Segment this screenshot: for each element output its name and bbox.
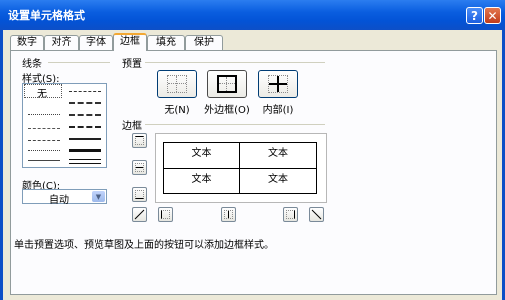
tab-font[interactable]: 字体 bbox=[79, 35, 113, 50]
border-middle-vertical-icon bbox=[224, 210, 233, 219]
close-icon: ✕ bbox=[487, 8, 498, 23]
border-title: 边框 bbox=[122, 121, 142, 132]
line-group-title: 线条 bbox=[22, 59, 42, 70]
border-diagonal-down-button[interactable] bbox=[309, 207, 324, 222]
close-button[interactable]: ✕ bbox=[484, 7, 501, 24]
border-left-button[interactable] bbox=[158, 207, 173, 222]
border-middle-horizontal-icon bbox=[135, 163, 144, 172]
presets-divider bbox=[145, 62, 325, 63]
help-icon: ? bbox=[471, 8, 478, 23]
color-select-value: 自动 bbox=[49, 195, 69, 206]
color-select[interactable]: 自动 ▼ bbox=[22, 189, 107, 206]
border-middle-vertical-button[interactable] bbox=[221, 207, 236, 222]
border-bottom-button[interactable] bbox=[132, 187, 147, 202]
line-style-item[interactable] bbox=[69, 149, 101, 152]
border-right-icon bbox=[286, 210, 295, 219]
tab-protection[interactable]: 保护 bbox=[185, 35, 223, 50]
line-style-item[interactable] bbox=[69, 138, 101, 140]
border-diagonal-up-button[interactable] bbox=[132, 207, 147, 222]
border-top-button[interactable] bbox=[132, 133, 147, 148]
line-style-selected bbox=[24, 84, 62, 98]
line-style-list[interactable]: 无 bbox=[22, 83, 107, 168]
title-bar[interactable]: 设置单元格格式 ? ✕ bbox=[0, 0, 505, 30]
border-right-button[interactable] bbox=[283, 207, 298, 222]
line-style-item[interactable] bbox=[69, 91, 101, 92]
chevron-down-icon[interactable]: ▼ bbox=[92, 191, 105, 202]
border-outline-icon bbox=[217, 75, 237, 93]
help-button[interactable]: ? bbox=[466, 7, 483, 24]
line-style-item[interactable] bbox=[28, 128, 60, 129]
preview-cell: 文本 bbox=[268, 148, 288, 159]
border-middle-horizontal-button[interactable] bbox=[132, 160, 147, 175]
presets-title: 预置 bbox=[122, 59, 142, 70]
border-bottom-icon bbox=[135, 190, 144, 199]
tab-fill[interactable]: 填充 bbox=[147, 35, 185, 50]
border-preview[interactable]: 文本 文本 文本 文本 bbox=[155, 133, 327, 203]
preset-outline-label: 外边框(O) bbox=[204, 105, 250, 116]
preset-none-label: 无(N) bbox=[164, 105, 190, 116]
preview-cell: 文本 bbox=[268, 174, 288, 185]
line-style-item[interactable] bbox=[69, 114, 101, 116]
line-style-item[interactable] bbox=[69, 126, 101, 128]
tab-border[interactable]: 边框 bbox=[113, 33, 147, 51]
diagonal-down-icon bbox=[311, 209, 322, 220]
preset-none-button[interactable] bbox=[157, 70, 197, 98]
preset-inside-button[interactable] bbox=[258, 70, 298, 98]
line-style-item[interactable] bbox=[28, 150, 60, 151]
tab-alignment[interactable]: 对齐 bbox=[44, 35, 79, 50]
border-none-icon bbox=[167, 75, 187, 93]
preview-cell: 文本 bbox=[191, 148, 212, 159]
window-title: 设置单元格格式 bbox=[8, 9, 85, 22]
hint-text: 单击预置选项、预览草图及上面的按钮可以添加边框样式。 bbox=[14, 240, 274, 251]
border-inside-icon bbox=[268, 75, 288, 93]
line-style-item[interactable] bbox=[69, 102, 101, 104]
line-style-item[interactable] bbox=[69, 159, 101, 164]
line-style-item[interactable] bbox=[28, 114, 60, 115]
preview-table[interactable]: 文本 文本 文本 文本 bbox=[163, 142, 317, 194]
border-divider bbox=[145, 124, 325, 125]
diagonal-up-icon bbox=[134, 209, 145, 220]
line-style-item[interactable] bbox=[28, 140, 60, 141]
line-style-item[interactable] bbox=[28, 160, 60, 161]
preset-inside-label: 内部(I) bbox=[262, 105, 294, 116]
tab-number[interactable]: 数字 bbox=[10, 35, 44, 50]
preview-cell: 文本 bbox=[191, 174, 212, 185]
border-top-icon bbox=[135, 136, 144, 145]
border-left-icon bbox=[161, 210, 170, 219]
preset-outline-button[interactable] bbox=[207, 70, 247, 98]
line-group-divider bbox=[48, 62, 110, 63]
